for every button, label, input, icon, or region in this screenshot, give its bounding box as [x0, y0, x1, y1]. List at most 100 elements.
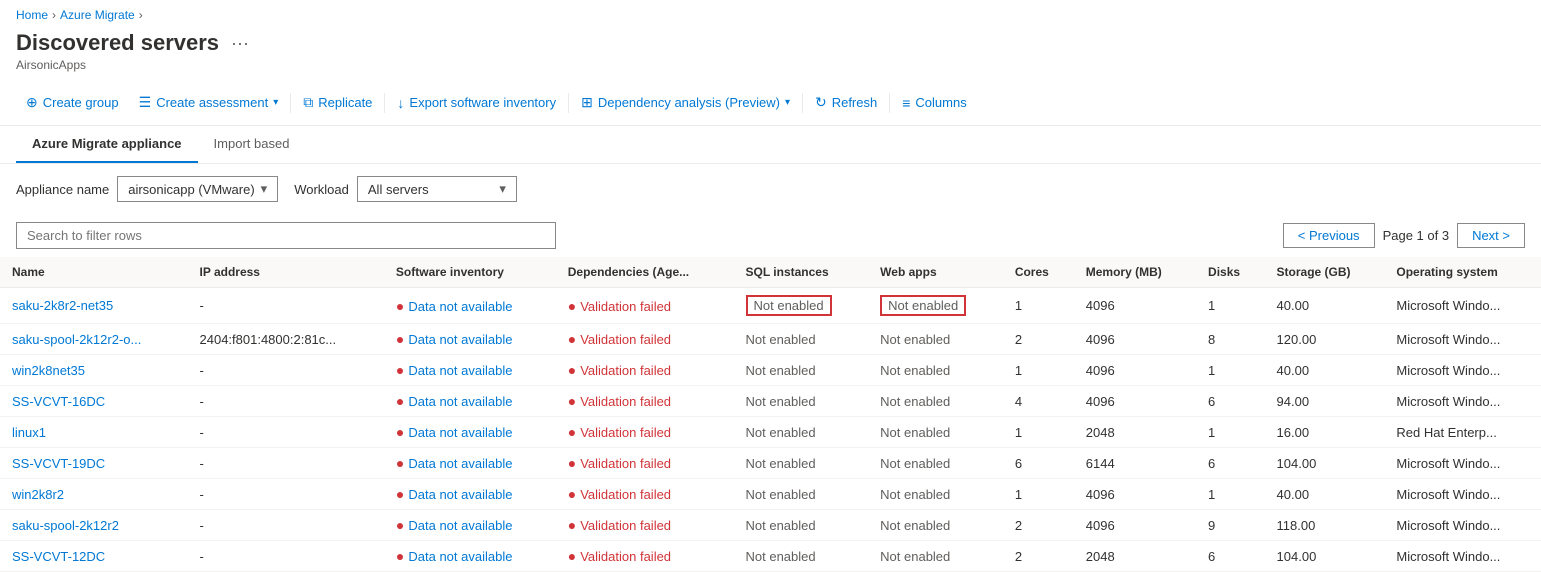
dropdown-chevron-icon: ▾ — [273, 97, 278, 108]
export-button[interactable]: ↓ Export software inventory — [387, 89, 566, 117]
columns-icon: ≡ — [902, 95, 910, 111]
replicate-button[interactable]: ⧉ Replicate — [293, 88, 382, 117]
error-icon: ● — [396, 548, 404, 564]
cell-disks: 1 — [1196, 288, 1265, 324]
export-icon: ↓ — [397, 95, 404, 111]
workload-select[interactable]: All servers ▾ — [357, 176, 517, 202]
software-link[interactable]: Data not available — [408, 332, 512, 347]
sql-highlight: Not enabled — [746, 295, 832, 316]
workload-chevron-icon: ▾ — [499, 181, 506, 197]
software-link[interactable]: Data not available — [408, 299, 512, 314]
breadcrumb-azure-migrate[interactable]: Azure Migrate — [60, 8, 135, 22]
toolbar-separator-3 — [568, 93, 569, 113]
tab-import-based[interactable]: Import based — [198, 126, 306, 163]
col-ip: IP address — [188, 257, 384, 288]
breadcrumb-home[interactable]: Home — [16, 8, 48, 22]
columns-button[interactable]: ≡ Columns — [892, 89, 976, 117]
cell-ip: 2404:f801:4800:2:81c... — [188, 324, 384, 355]
appliance-select[interactable]: airsonicapp (VMware) ▾ — [117, 176, 278, 202]
cell-storage: 120.00 — [1265, 324, 1385, 355]
cell-name[interactable]: win2k8net35 — [0, 355, 188, 386]
cell-memory: 2048 — [1074, 541, 1196, 572]
cell-ip: - — [188, 417, 384, 448]
cell-memory: 2048 — [1074, 417, 1196, 448]
cell-os: Microsoft Windo... — [1384, 541, 1541, 572]
software-link[interactable]: Data not available — [408, 487, 512, 502]
cell-name[interactable]: saku-spool-2k12r2-o... — [0, 324, 188, 355]
filters: Appliance name airsonicapp (VMware) ▾ Wo… — [0, 164, 1541, 214]
table-row: win2k8net35-●Data not available●Validati… — [0, 355, 1541, 386]
cell-memory: 4096 — [1074, 386, 1196, 417]
dependency-button[interactable]: ⊞ Dependency analysis (Preview) ▾ — [571, 88, 800, 117]
cell-web-apps: Not enabled — [868, 386, 1003, 417]
table-row: SS-VCVT-19DC-●Data not available●Validat… — [0, 448, 1541, 479]
cell-name[interactable]: linux1 — [0, 417, 188, 448]
servers-table: Name IP address Software inventory Depen… — [0, 257, 1541, 572]
cell-sql-instances: Not enabled — [734, 448, 869, 479]
cell-web-apps: Not enabled — [868, 324, 1003, 355]
search-box[interactable] — [16, 222, 556, 249]
cell-sql-instances: Not enabled — [734, 479, 869, 510]
toolbar-separator-2 — [384, 93, 385, 113]
cell-disks: 6 — [1196, 448, 1265, 479]
cell-os: Microsoft Windo... — [1384, 355, 1541, 386]
page-info: Page 1 of 3 — [1383, 228, 1450, 243]
toolbar-separator-4 — [802, 93, 803, 113]
cell-disks: 6 — [1196, 386, 1265, 417]
cell-ip: - — [188, 510, 384, 541]
tab-azure-migrate[interactable]: Azure Migrate appliance — [16, 126, 198, 163]
table-row: saku-spool-2k12r2-●Data not available●Va… — [0, 510, 1541, 541]
cell-storage: 40.00 — [1265, 355, 1385, 386]
create-assessment-icon: ☰ — [139, 94, 152, 111]
refresh-button[interactable]: ↻ Refresh — [805, 88, 887, 117]
cell-cores: 2 — [1003, 541, 1074, 572]
cell-name[interactable]: saku-2k8r2-net35 — [0, 288, 188, 324]
cell-name[interactable]: saku-spool-2k12r2 — [0, 510, 188, 541]
cell-storage: 104.00 — [1265, 448, 1385, 479]
more-options-button[interactable]: ··· — [227, 33, 253, 54]
cell-os: Microsoft Windo... — [1384, 479, 1541, 510]
cell-memory: 4096 — [1074, 479, 1196, 510]
cell-ip: - — [188, 479, 384, 510]
cell-ip: - — [188, 448, 384, 479]
cell-os: Microsoft Windo... — [1384, 510, 1541, 541]
cell-ip: - — [188, 355, 384, 386]
col-webapps: Web apps — [868, 257, 1003, 288]
cell-disks: 1 — [1196, 479, 1265, 510]
cell-cores: 1 — [1003, 288, 1074, 324]
previous-button[interactable]: < Previous — [1283, 223, 1375, 248]
cell-name[interactable]: SS-VCVT-16DC — [0, 386, 188, 417]
software-link[interactable]: Data not available — [408, 456, 512, 471]
col-storage: Storage (GB) — [1265, 257, 1385, 288]
cell-os: Microsoft Windo... — [1384, 288, 1541, 324]
cell-name[interactable]: SS-VCVT-12DC — [0, 541, 188, 572]
software-link[interactable]: Data not available — [408, 518, 512, 533]
error-icon: ● — [396, 331, 404, 347]
table-row: linux1-●Data not available●Validation fa… — [0, 417, 1541, 448]
cell-web-apps: Not enabled — [868, 448, 1003, 479]
replicate-icon: ⧉ — [303, 94, 313, 111]
next-button[interactable]: Next > — [1457, 223, 1525, 248]
create-assessment-button[interactable]: ☰ Create assessment ▾ — [129, 88, 289, 117]
cell-memory: 4096 — [1074, 288, 1196, 324]
cell-os: Microsoft Windo... — [1384, 448, 1541, 479]
cell-name[interactable]: SS-VCVT-19DC — [0, 448, 188, 479]
workload-label: Workload — [294, 182, 349, 197]
cell-disks: 1 — [1196, 355, 1265, 386]
cell-software-inventory: ●Data not available — [384, 479, 556, 510]
software-link[interactable]: Data not available — [408, 394, 512, 409]
software-link[interactable]: Data not available — [408, 425, 512, 440]
col-deps: Dependencies (Age... — [556, 257, 734, 288]
create-group-button[interactable]: ⊕ Create group — [16, 88, 129, 117]
col-software: Software inventory — [384, 257, 556, 288]
cell-software-inventory: ●Data not available — [384, 510, 556, 541]
cell-sql-instances: Not enabled — [734, 288, 869, 324]
software-link[interactable]: Data not available — [408, 363, 512, 378]
table-row: SS-VCVT-16DC-●Data not available●Validat… — [0, 386, 1541, 417]
search-input[interactable] — [27, 228, 545, 243]
workload-filter: Workload All servers ▾ — [294, 176, 517, 202]
cell-dependencies: ●Validation failed — [556, 386, 734, 417]
cell-storage: 40.00 — [1265, 479, 1385, 510]
cell-name[interactable]: win2k8r2 — [0, 479, 188, 510]
cell-disks: 8 — [1196, 324, 1265, 355]
